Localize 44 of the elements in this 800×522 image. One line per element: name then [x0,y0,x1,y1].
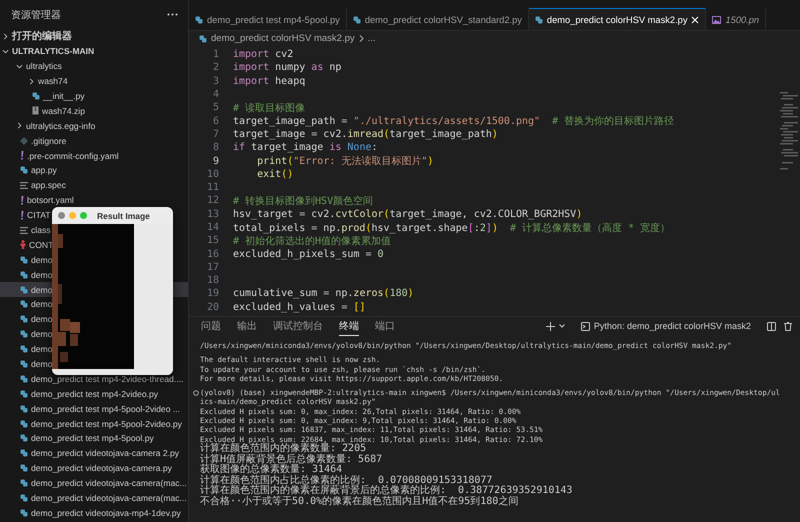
code-line: target_image_path = "./ultralytics/assets/1500.png" # 替换为你的目标图片路径 [233,114,674,128]
code-line: import numpy as np [233,62,342,74]
line-number: 16 [206,248,220,260]
code-line: import heapq [233,76,306,87]
line-number: 20 [206,302,220,313]
line-number: 8 [212,142,220,154]
line-number: 9 [212,156,220,167]
code-line: # 转换目标图像到HSV颜色空间 [233,194,374,208]
explorer-title: 资源管理器 [11,8,61,22]
code-line: # 初始化筛选出的H值的像素累加值 [233,234,392,248]
terminal-line: 计算在颜色范围内的像素数量: 2205 [200,444,366,454]
line-number: 10 [206,168,220,180]
code-line: if target_image is None: [233,142,378,154]
line-number: 6 [212,116,220,127]
code-line: import cv2 [233,49,294,60]
line-number: 1 [212,49,220,60]
terminal-line: 计算在颜色范围内的像素在屏蔽背景后的总像素的比例: 0.38772639352910143 [200,486,574,496]
terminal-line: 不合格··小于或等于50.0%的像素在颜色范围内且H值不在95到180之间 [200,496,520,508]
line-number: 3 [212,76,220,87]
terminal-line: 计算在颜色范围内占比总像素的比例: 0.07008009153318077 [200,476,492,486]
code-line: excluded_h_values = [] [233,302,366,313]
code-line: exit() [256,168,294,180]
line-number: 4 [212,89,220,100]
line-number: 12 [206,195,220,206]
line-number: 13 [206,208,220,220]
code-line: excluded_h_pixels_sum = 0 [233,248,384,260]
code-line: print("Error: 无法读取目标图片") [256,154,434,168]
code-line: hsv_target = cv2.cvtColor(target_image, cv2.COLOR_BGR2HSV) [233,208,582,220]
line-number: 2 [212,62,220,74]
line-number: 7 [212,128,220,140]
line-number: 11 [206,182,220,194]
code-line: total_pixels = np.prod(hsv_target.shape[:2]) # 计算总像素数量（高度 * 宽度） [233,222,670,235]
line-number: 14 [206,222,220,233]
line-number: 18 [206,275,220,286]
code-line: target_image = cv2.imread(target_image_path) [233,128,498,140]
window-title: Result Image [97,210,150,220]
line-number: 15 [206,235,220,246]
terminal-line: 获取图像的总像素数量: 31464 [200,465,342,476]
code-line: # 读取目标图像 [233,102,306,115]
line-number: 5 [212,102,220,114]
line-number: 19 [206,288,220,300]
line-number: 17 [206,262,220,273]
terminal-line: 计算H值屏蔽背景色后总像素数量: 5687 [200,454,384,465]
code-line: cumulative_sum = np.zeros(180) [233,288,414,300]
